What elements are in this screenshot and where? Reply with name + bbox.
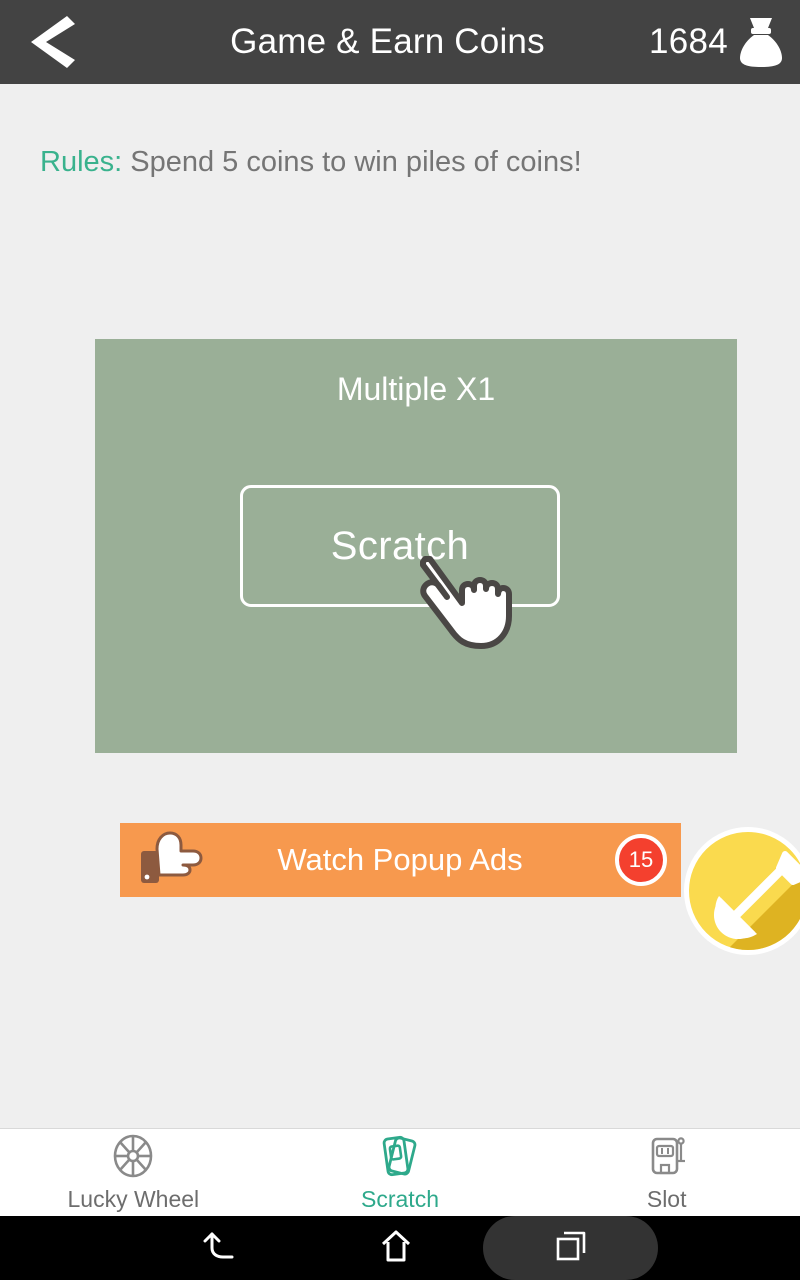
lucky-wheel-icon [109,1132,157,1180]
back-arrow-icon [203,1230,239,1267]
rules-label: Rules: [40,146,123,178]
recents-icon [554,1229,588,1268]
rules-line: Rules: Spend 5 coins to win piles of coi… [40,146,582,179]
android-recents-button[interactable] [483,1216,658,1280]
back-button[interactable] [0,0,104,84]
tab-slot[interactable]: Slot [533,1129,800,1216]
app-header: Game & Earn Coins 1684 [0,0,800,84]
watch-popup-ads-button[interactable]: Watch Popup Ads 15 [120,823,681,897]
bottom-tab-bar: Lucky Wheel Scratch Slot [0,1128,800,1216]
shovel-icon [689,832,800,950]
android-home-button[interactable] [308,1216,483,1280]
scratch-button-label: Scratch [330,523,470,568]
rules-text: Spend 5 coins to win piles of coins! [130,146,582,178]
multiplier-label: Multiple X1 [336,371,496,407]
tab-lucky-wheel-label: Lucky Wheel [67,1186,200,1212]
chevron-left-icon [29,14,75,70]
ads-count-badge: 15 [615,834,667,886]
app-screen: Game & Earn Coins 1684 Rules: Spend 5 co… [0,0,800,1280]
home-icon [379,1228,413,1269]
page-title: Game & Earn Coins [230,22,545,61]
scratch-card-panel[interactable]: Multiple X1 Scratch [95,339,737,753]
coin-balance[interactable]: 1684 [649,0,800,84]
tab-scratch-label: Scratch [361,1186,439,1212]
tab-lucky-wheel[interactable]: Lucky Wheel [0,1129,267,1216]
scratch-button[interactable]: Scratch [240,485,560,607]
ads-count-value: 15 [628,847,654,872]
android-back-button[interactable] [133,1216,308,1280]
coin-count: 1684 [648,22,728,61]
tab-slot-label: Slot [646,1186,687,1212]
watch-popup-ads-label: Watch Popup Ads [277,842,523,877]
slot-machine-icon [643,1132,691,1180]
tab-scratch[interactable]: Scratch [267,1129,534,1216]
android-nav-bar [0,1216,800,1280]
shovel-fab-button[interactable] [684,827,800,955]
scratch-cards-icon [376,1132,424,1180]
money-bag-icon [738,16,784,68]
